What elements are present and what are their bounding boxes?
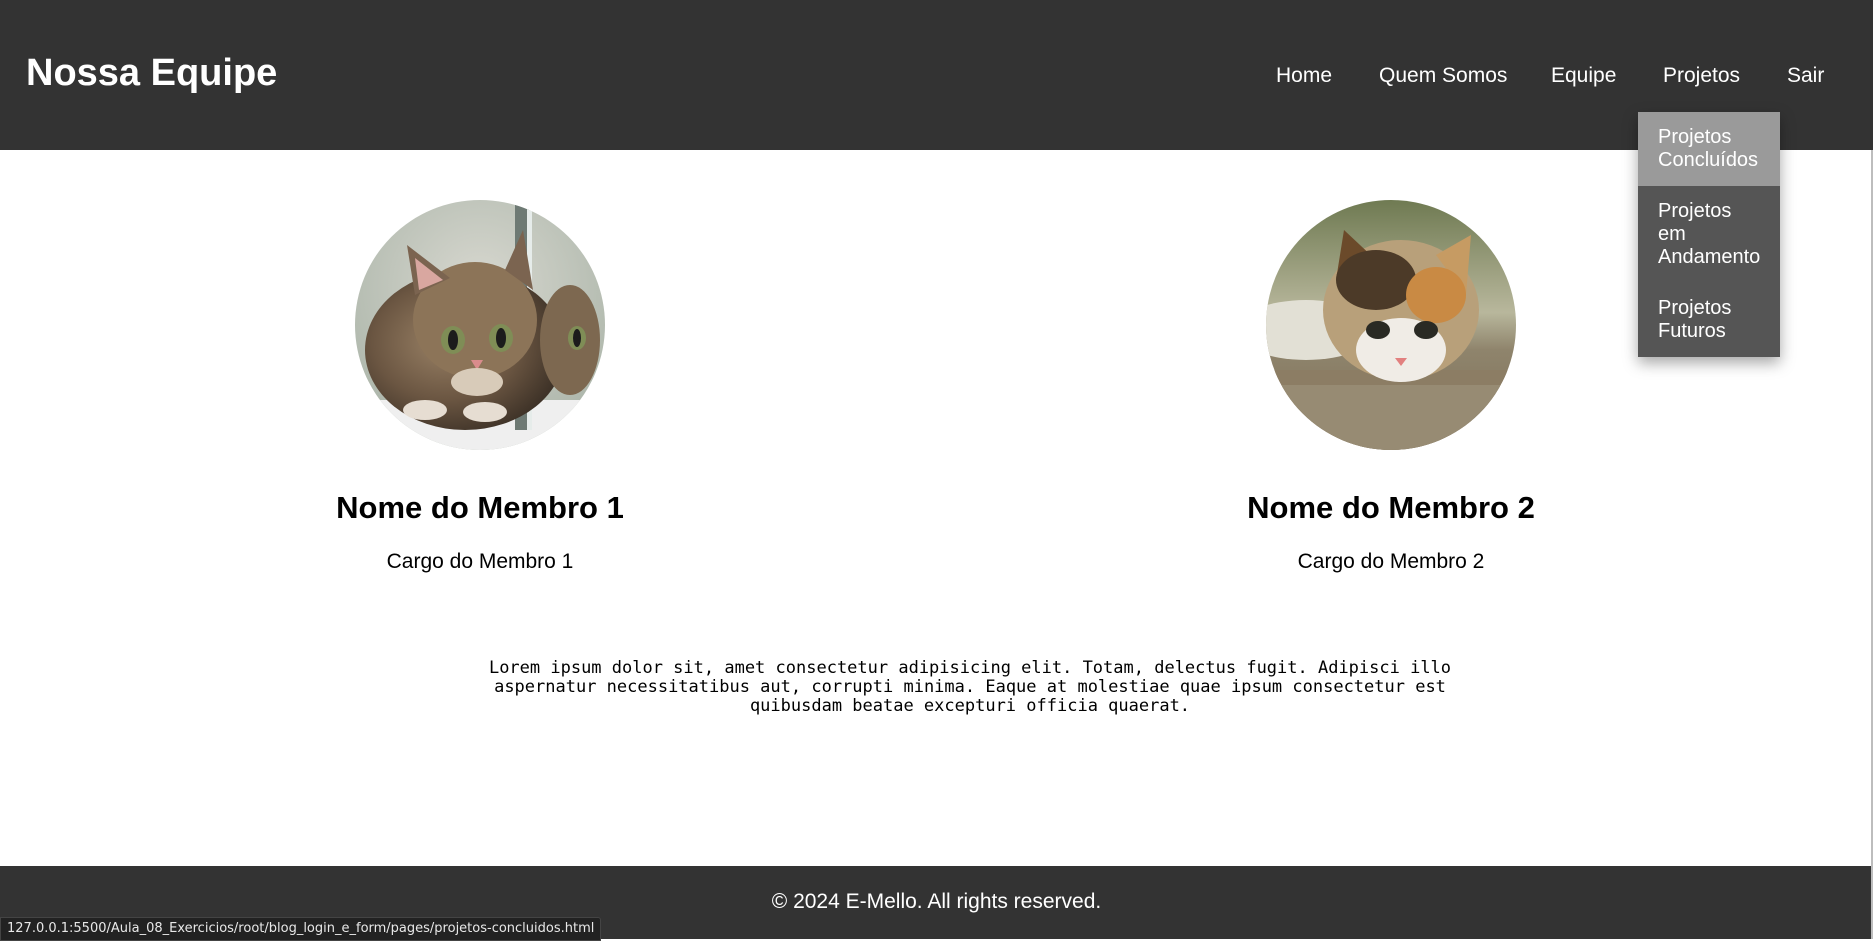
kitten-tabby-image bbox=[355, 200, 605, 450]
site-title: Nossa Equipe bbox=[26, 52, 278, 94]
member-name: Nome do Membro 1 bbox=[336, 490, 624, 525]
browser-status-bar-url: 127.0.0.1:5500/Aula_08_Exercicios/root/b… bbox=[0, 917, 602, 941]
nav-equipe-link[interactable]: Equipe bbox=[1551, 64, 1616, 88]
kitten-photo-2 bbox=[1266, 200, 1516, 450]
member-name: Nome do Membro 2 bbox=[1247, 490, 1535, 525]
team-member-card: Nome do Membro 2 Cargo do Membro 2 bbox=[1181, 200, 1601, 574]
nav-sair-link[interactable]: Sair bbox=[1787, 64, 1824, 88]
dropdown-item-projetos-concluidos[interactable]: Projetos Concluídos bbox=[1638, 112, 1780, 186]
member-role: Cargo do Membro 2 bbox=[1297, 550, 1485, 573]
nav-quem-somos-link[interactable]: Quem Somos bbox=[1379, 64, 1507, 88]
projetos-dropdown-menu: Projetos Concluídos Projetos em Andament… bbox=[1638, 112, 1780, 357]
dropdown-item-projetos-em-andamento[interactable]: Projetos em Andamento bbox=[1638, 186, 1780, 283]
about-text: Lorem ipsum dolor sit, amet consectetur … bbox=[488, 658, 1452, 716]
footer-copyright: © 2024 E-Mello. All rights reserved. bbox=[771, 890, 1102, 913]
nav-projetos-link[interactable]: Projetos bbox=[1663, 64, 1740, 88]
nav-home-link[interactable]: Home bbox=[1276, 64, 1332, 88]
kitten-calico-image bbox=[1266, 200, 1516, 450]
kitten-photo-1 bbox=[355, 200, 605, 450]
member-role: Cargo do Membro 1 bbox=[386, 550, 574, 573]
site-header: Nossa Equipe Home Quem Somos Equipe Proj… bbox=[0, 0, 1873, 150]
dropdown-item-projetos-futuros[interactable]: Projetos Futuros bbox=[1638, 283, 1780, 357]
team-member-card: Nome do Membro 1 Cargo do Membro 1 bbox=[270, 200, 690, 574]
